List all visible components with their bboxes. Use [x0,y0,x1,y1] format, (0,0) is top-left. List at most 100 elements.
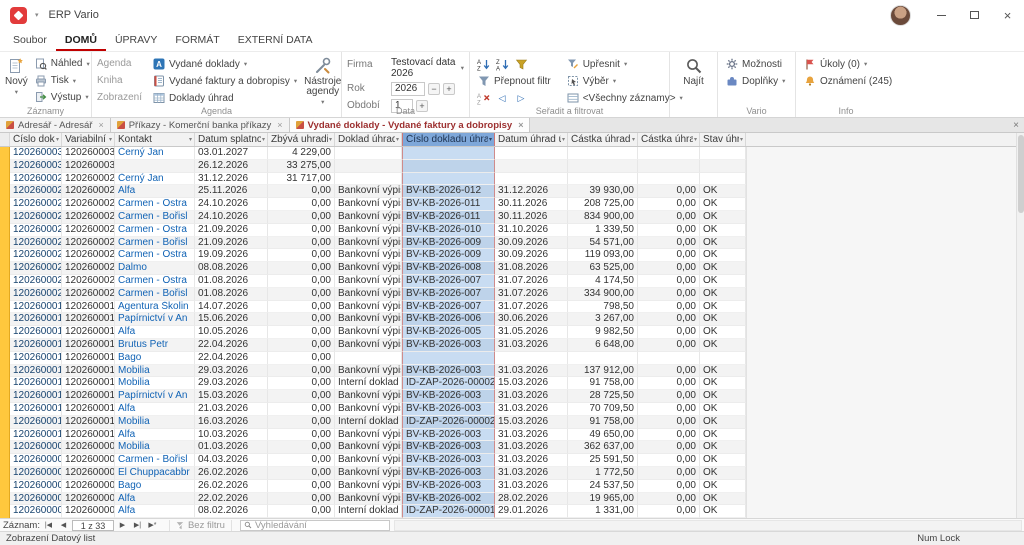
cell[interactable]: BV-KB-2026-003 [402,402,495,416]
cell[interactable]: 1202600015 [10,351,62,365]
cell[interactable]: 1202600026 [62,210,115,224]
cell[interactable]: 0,00 [638,479,700,493]
menu-item-domů[interactable]: DOMŮ [55,30,106,51]
cell[interactable]: 1202600024 [10,236,62,250]
vertical-scrollbar[interactable] [1016,133,1024,518]
cell[interactable] [568,159,638,173]
cell[interactable]: Bankovní výpis [335,441,402,455]
sort-descending-button[interactable]: ZA [494,57,510,72]
cell[interactable]: 01.08.2026 [195,287,268,301]
cell[interactable]: Bankovní výpis [335,479,402,493]
rok-input[interactable]: 2026 [391,81,425,96]
cell[interactable]: 15.03.2026 [495,377,568,391]
cell[interactable]: 31.12.2026 [495,185,568,199]
document-tab[interactable]: Adresář - Adresář × [0,118,111,132]
record-selector[interactable] [0,198,10,211]
cell[interactable]: 26.02.2026 [195,479,268,493]
cell[interactable]: OK [700,415,746,429]
cell[interactable]: Interní doklad [335,505,402,518]
column-header-8[interactable]: Datum úhrad ú ▾ [495,133,568,146]
cell[interactable]: OK [700,466,746,480]
cell[interactable]: 01.03.2026 [195,441,268,455]
cell[interactable]: Bankovní výpis [335,390,402,403]
cell[interactable]: 1202600011 [62,415,115,429]
cell[interactable] [495,147,568,160]
cell[interactable]: 6 648,00 [568,338,638,352]
cell[interactable]: OK [700,479,746,493]
cell[interactable]: BV-KB-2026-009 [402,236,495,250]
cell[interactable]: Bankovní výpis [335,454,402,467]
cell[interactable]: 0,00 [638,441,700,455]
record-selector[interactable] [0,300,10,314]
record-selector[interactable] [0,147,10,160]
cell[interactable]: Bankovní výpis [335,262,402,275]
cell[interactable]: 0,00 [638,262,700,275]
cell[interactable]: 1202600014 [10,377,62,391]
cell[interactable]: 31.03.2026 [495,428,568,442]
cell[interactable]: 1202600030 [62,159,115,173]
cell[interactable]: Carmen - Ostra [115,223,195,237]
cell[interactable]: 26.12.2026 [195,159,268,173]
cell[interactable]: 26.02.2026 [195,466,268,480]
cell[interactable]: 0,00 [638,287,700,301]
record-selector[interactable] [0,338,10,352]
cell[interactable]: 1202600029 [62,172,115,186]
advanced-filter-button[interactable]: Upřesnit ▾ [564,56,686,72]
cell[interactable]: Alfa [115,492,195,506]
cell[interactable] [402,351,495,365]
cell[interactable]: Bankovní výpis [335,313,402,327]
cell[interactable]: Bankovní výpis [335,364,402,378]
cell[interactable]: 24.10.2026 [195,198,268,211]
cell[interactable]: 1202600005 [10,492,62,506]
cell[interactable]: 22.04.2026 [195,351,268,365]
cell[interactable]: 0,00 [638,313,700,327]
zobrazeni-combo[interactable]: Doklady úhrad [150,90,300,106]
cell[interactable]: 1202600013 [10,390,62,403]
record-selector[interactable] [0,351,10,365]
cell[interactable]: 31.07.2026 [495,300,568,314]
cell[interactable]: BV-KB-2026-003 [402,454,495,467]
cell[interactable]: Bankovní výpis [335,300,402,314]
column-filter-caret-icon[interactable]: ▾ [396,136,399,143]
cell[interactable]: 0,00 [268,377,335,391]
cell[interactable]: 0,00 [268,441,335,455]
cell[interactable]: OK [700,313,746,327]
cell[interactable]: 1202600023 [62,249,115,263]
cell[interactable]: 31.03.2026 [495,364,568,378]
apply-filter-icon[interactable]: ▷ [513,91,529,106]
cell[interactable]: 0,00 [268,351,335,365]
cell[interactable]: 4 174,50 [568,274,638,288]
cell[interactable]: 0,00 [268,262,335,275]
sort-ascending-button[interactable]: AZ [475,57,491,72]
cell[interactable]: 1202600005 [62,492,115,506]
column-filter-caret-icon[interactable]: ▾ [489,136,492,143]
cell[interactable]: Alfa [115,326,195,339]
cell[interactable]: 3 267,00 [568,313,638,327]
cell[interactable] [335,147,402,160]
cell[interactable]: 31.03.2026 [495,390,568,403]
record-selector[interactable] [0,415,10,429]
cell[interactable]: 1202600024 [62,236,115,250]
cell[interactable]: Carmen - Bořisl [115,287,195,301]
cell[interactable]: 0,00 [268,300,335,314]
cell[interactable]: 1202600016 [62,338,115,352]
cell[interactable]: OK [700,223,746,237]
cell[interactable]: Alfa [115,185,195,199]
record-selector[interactable] [0,454,10,467]
cell[interactable]: ID-ZAP-2026-00002 [402,377,495,391]
record-selector[interactable] [0,236,10,250]
cell[interactable]: 1202600031 [62,147,115,160]
cell[interactable]: Bankovní výpis [335,274,402,288]
filter-status-button[interactable]: Bez filtru [168,519,232,531]
kniha-combo[interactable]: Vydané faktury a dobropisy ▾ [150,73,300,89]
document-tab[interactable]: Příkazy - Komerční banka příkazy × [110,118,290,132]
record-selector[interactable] [0,313,10,327]
cell[interactable]: 28 725,50 [568,390,638,403]
cell[interactable]: 1202600027 [10,198,62,211]
cell[interactable]: 1202600021 [62,274,115,288]
cell[interactable]: 1202600025 [62,223,115,237]
record-selector[interactable] [0,326,10,339]
cell[interactable]: 31.08.2026 [495,262,568,275]
cell[interactable]: OK [700,326,746,339]
cell[interactable]: 33 275,00 [268,159,335,173]
